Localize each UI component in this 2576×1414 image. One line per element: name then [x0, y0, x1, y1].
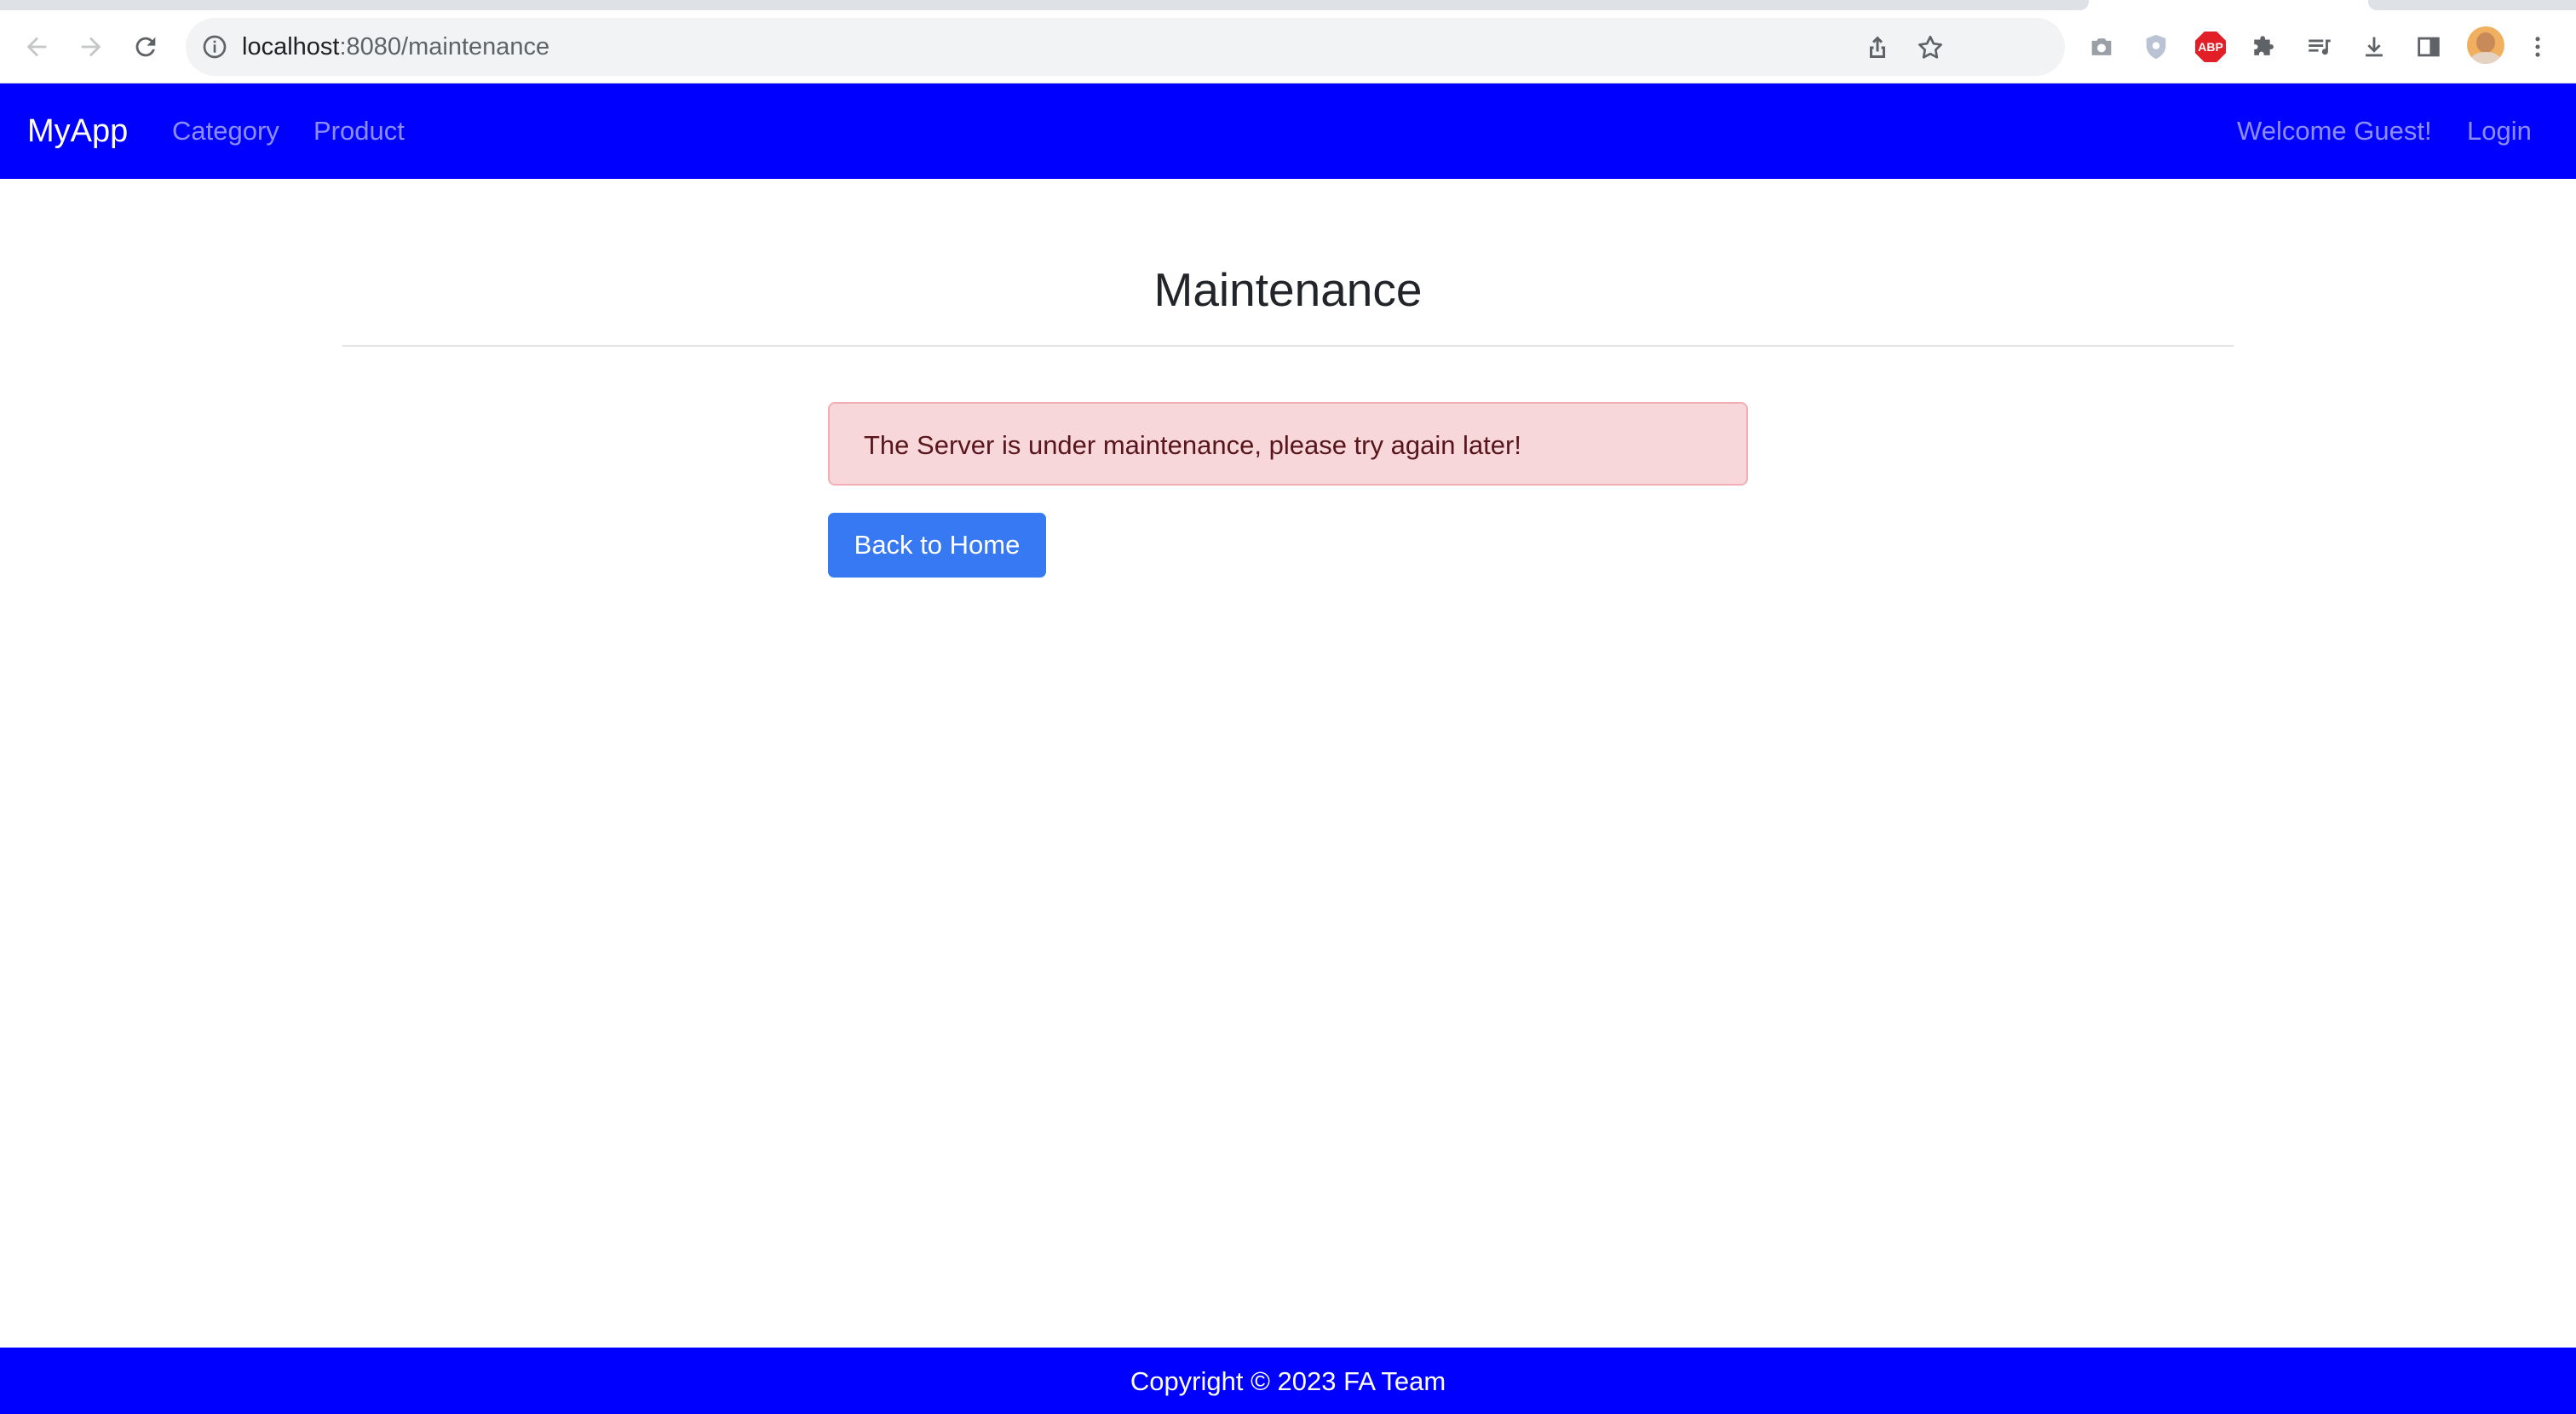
avatar-body	[2470, 52, 2501, 64]
login-link[interactable]: Login	[2467, 83, 2532, 179]
welcome-text: Welcome Guest!	[2237, 116, 2432, 146]
info-icon[interactable]	[201, 33, 228, 60]
download-icon[interactable]	[2355, 27, 2394, 66]
active-tab-edge[interactable]	[0, 0, 2089, 10]
adblock-icon[interactable]: ABP	[2191, 27, 2230, 66]
maintenance-alert: The Server is under maintenance, please …	[828, 402, 1748, 486]
alert-message: The Server is under maintenance, please …	[864, 430, 1521, 460]
profile-avatar[interactable]	[2467, 26, 2504, 64]
forward-icon[interactable]	[72, 27, 111, 66]
adblock-label: ABP	[2195, 32, 2226, 62]
copyright-text: Copyright © 2023 FA Team	[1130, 1366, 1446, 1396]
tab-strip	[0, 0, 2576, 10]
title-divider	[342, 345, 2234, 347]
address-bar[interactable]: localhost:8080/maintenance	[186, 18, 2065, 76]
url-path: :8080/maintenance	[339, 33, 550, 60]
browser-toolbar: localhost:8080/maintenance ABP	[0, 10, 2576, 83]
side-panel-icon[interactable]	[2409, 27, 2448, 66]
brand-logo[interactable]: MyApp	[27, 83, 128, 179]
shield-extension-icon[interactable]	[2136, 27, 2176, 66]
bookmark-star-icon[interactable]	[1915, 32, 1946, 63]
share-icon[interactable]	[1862, 32, 1893, 63]
reload-icon[interactable]	[126, 27, 165, 66]
new-tab-edge[interactable]	[2368, 0, 2576, 10]
media-queue-icon[interactable]	[2300, 27, 2339, 66]
more-menu-icon[interactable]	[2518, 27, 2557, 66]
url-text[interactable]: localhost:8080/maintenance	[242, 18, 549, 76]
back-icon[interactable]	[17, 27, 56, 66]
avatar-face	[2476, 32, 2495, 53]
back-to-home-button[interactable]: Back to Home	[828, 513, 1046, 578]
page-title: Maintenance	[1153, 263, 1423, 316]
nav-link-product[interactable]: Product	[313, 83, 405, 179]
camera-icon[interactable]	[2082, 27, 2121, 66]
nav-link-category[interactable]: Category	[172, 83, 279, 179]
page-footer: Copyright © 2023 FA Team	[0, 1348, 2576, 1414]
extensions-puzzle-icon[interactable]	[2245, 27, 2285, 66]
url-host: localhost	[242, 33, 340, 60]
app-navbar: MyApp Category Product Welcome Guest! Lo…	[0, 83, 2576, 179]
